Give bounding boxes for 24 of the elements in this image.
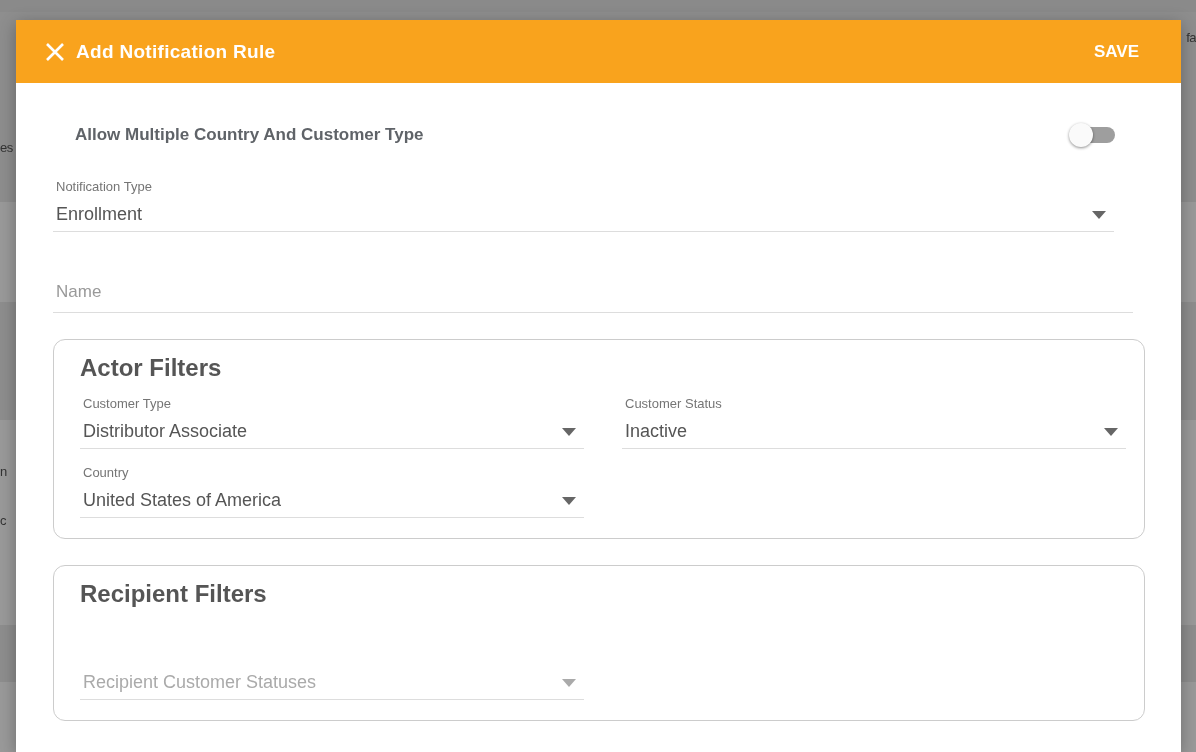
dialog-title: Add Notification Rule <box>76 40 277 63</box>
section-title: Actor Filters <box>80 354 223 382</box>
section-title: Recipient Filters <box>80 580 268 608</box>
dropdown-caret-icon <box>562 496 576 505</box>
dropdown-field[interactable]: Distributor Associate <box>80 421 584 449</box>
dropdown-caret-icon <box>1104 427 1118 436</box>
field-label: Customer Status <box>624 396 723 411</box>
background-text: es <box>0 140 13 155</box>
close-icon[interactable] <box>44 40 66 63</box>
toggle-switch[interactable] <box>1067 121 1117 149</box>
name-input[interactable]: Name <box>53 282 1133 313</box>
background-text: c <box>0 513 6 528</box>
dropdown-field[interactable]: United States of America <box>80 490 584 518</box>
dropdown-caret-icon <box>1092 210 1106 219</box>
background-text: n <box>0 464 7 479</box>
field-label: Notification Type <box>55 179 153 194</box>
dropdown-caret-icon <box>562 427 576 436</box>
dropdown-field[interactable]: Enrollment <box>53 204 1114 232</box>
background-text: fa <box>1186 30 1196 45</box>
dropdown-caret-icon <box>562 678 576 687</box>
dropdown-field[interactable]: Inactive <box>622 421 1126 449</box>
field-label: Country <box>82 465 130 480</box>
field-label: Customer Type <box>82 396 172 411</box>
toggle-label: Allow Multiple Country And Customer Type <box>75 125 424 145</box>
